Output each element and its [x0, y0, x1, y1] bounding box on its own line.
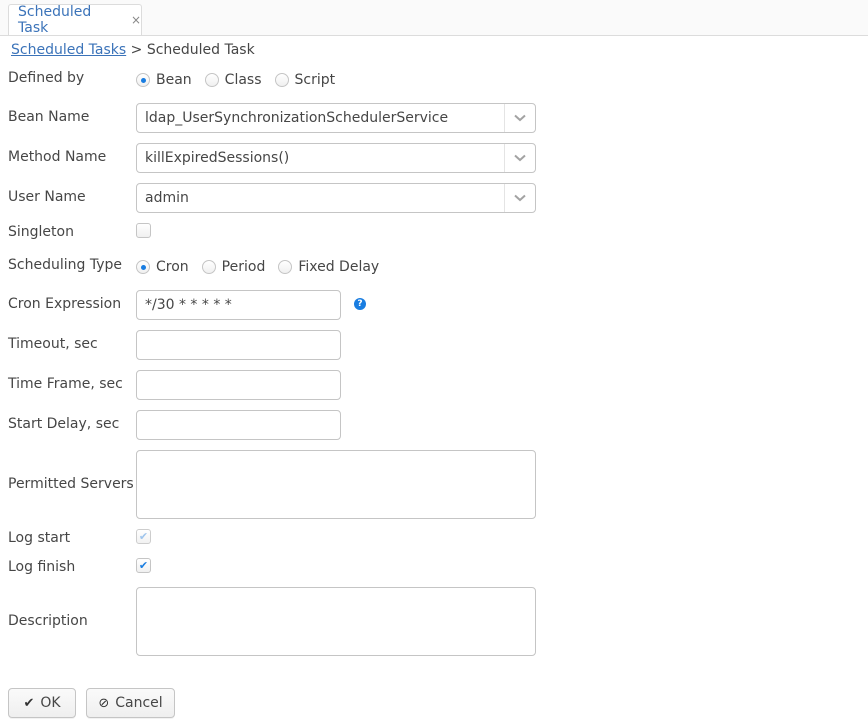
bean-name-label: Bean Name: [8, 109, 90, 125]
user-name-label: User Name: [8, 189, 86, 205]
log-finish-checkbox[interactable]: ✔: [136, 558, 151, 573]
check-icon: ✔: [138, 530, 149, 543]
timeout-label: Timeout, sec: [8, 336, 98, 352]
bean-name-combobox[interactable]: ldap_UserSynchronizationSchedulerService: [136, 103, 536, 133]
cancel-button[interactable]: ⊘ Cancel: [86, 688, 175, 718]
radio-label: Bean: [156, 72, 192, 88]
radio-label: Class: [224, 72, 262, 88]
method-name-label: Method Name: [8, 149, 107, 165]
scheduling-type-radio-group: Cron Period Fixed Delay: [136, 259, 392, 275]
check-icon: ✔: [138, 559, 149, 572]
radio-icon[interactable]: [201, 260, 216, 274]
start-delay-input[interactable]: [136, 410, 341, 440]
breadcrumb-link-scheduled-tasks[interactable]: Scheduled Tasks: [11, 42, 126, 58]
method-name-value[interactable]: killExpiredSessions(): [137, 144, 504, 172]
tab-scheduled-task[interactable]: Scheduled Task ×: [8, 4, 142, 36]
radio-icon[interactable]: [278, 260, 293, 274]
bean-name-value[interactable]: ldap_UserSynchronizationSchedulerService: [137, 104, 504, 132]
cancel-label: Cancel: [115, 695, 163, 711]
radio-selected-icon[interactable]: [136, 73, 150, 87]
radio-period[interactable]: Period: [201, 259, 266, 275]
permitted-servers-textarea[interactable]: [136, 450, 536, 519]
user-name-value[interactable]: admin: [137, 184, 504, 212]
cron-expression-label: Cron Expression: [8, 296, 122, 312]
check-icon: ✔: [23, 695, 35, 711]
start-delay-label: Start Delay, sec: [8, 416, 120, 432]
chevron-down-icon[interactable]: [504, 104, 535, 132]
radio-label: Cron: [156, 259, 189, 275]
log-finish-label: Log finish: [8, 559, 76, 575]
cron-expression-input[interactable]: */30 * * * * *: [136, 290, 341, 320]
help-icon[interactable]: ?: [354, 298, 366, 310]
singleton-label: Singleton: [8, 224, 74, 240]
breadcrumb-separator: >: [130, 42, 143, 58]
defined-by-radio-group: Bean Class Script: [136, 72, 348, 88]
user-name-combobox[interactable]: admin: [136, 183, 536, 213]
time-frame-label: Time Frame, sec: [8, 376, 123, 392]
breadcrumb-current: Scheduled Task: [146, 42, 255, 58]
radio-selected-icon[interactable]: [136, 260, 150, 274]
close-icon[interactable]: ×: [131, 13, 141, 27]
time-frame-input[interactable]: [136, 370, 341, 400]
ok-label: OK: [40, 695, 61, 711]
chevron-down-icon[interactable]: [504, 184, 535, 212]
timeout-input[interactable]: [136, 330, 341, 360]
ok-button[interactable]: ✔ OK: [8, 688, 76, 718]
radio-cron[interactable]: Cron: [136, 259, 189, 275]
log-start-checkbox[interactable]: ✔: [136, 529, 151, 544]
radio-icon[interactable]: [274, 73, 289, 87]
radio-bean[interactable]: Bean: [136, 72, 192, 88]
permitted-servers-label: Permitted Servers: [8, 476, 134, 492]
ban-icon: ⊘: [98, 695, 110, 711]
radio-label: Period: [221, 259, 266, 275]
tab-bar: Scheduled Task ×: [0, 0, 868, 36]
radio-script[interactable]: Script: [274, 72, 336, 88]
radio-class[interactable]: Class: [204, 72, 262, 88]
chevron-down-icon[interactable]: [504, 144, 535, 172]
singleton-checkbox[interactable]: [136, 223, 151, 238]
log-start-label: Log start: [8, 530, 71, 546]
description-textarea[interactable]: [136, 587, 536, 656]
radio-label: Script: [294, 72, 336, 88]
tab-label: Scheduled Task: [18, 4, 92, 36]
method-name-combobox[interactable]: killExpiredSessions(): [136, 143, 536, 173]
radio-icon[interactable]: [204, 73, 219, 87]
description-label: Description: [8, 613, 88, 629]
defined-by-label: Defined by: [8, 70, 85, 86]
radio-fixed-delay[interactable]: Fixed Delay: [278, 259, 379, 275]
breadcrumb: Scheduled Tasks > Scheduled Task: [11, 42, 255, 58]
radio-label: Fixed Delay: [298, 259, 380, 275]
scheduling-type-label: Scheduling Type: [8, 257, 122, 273]
